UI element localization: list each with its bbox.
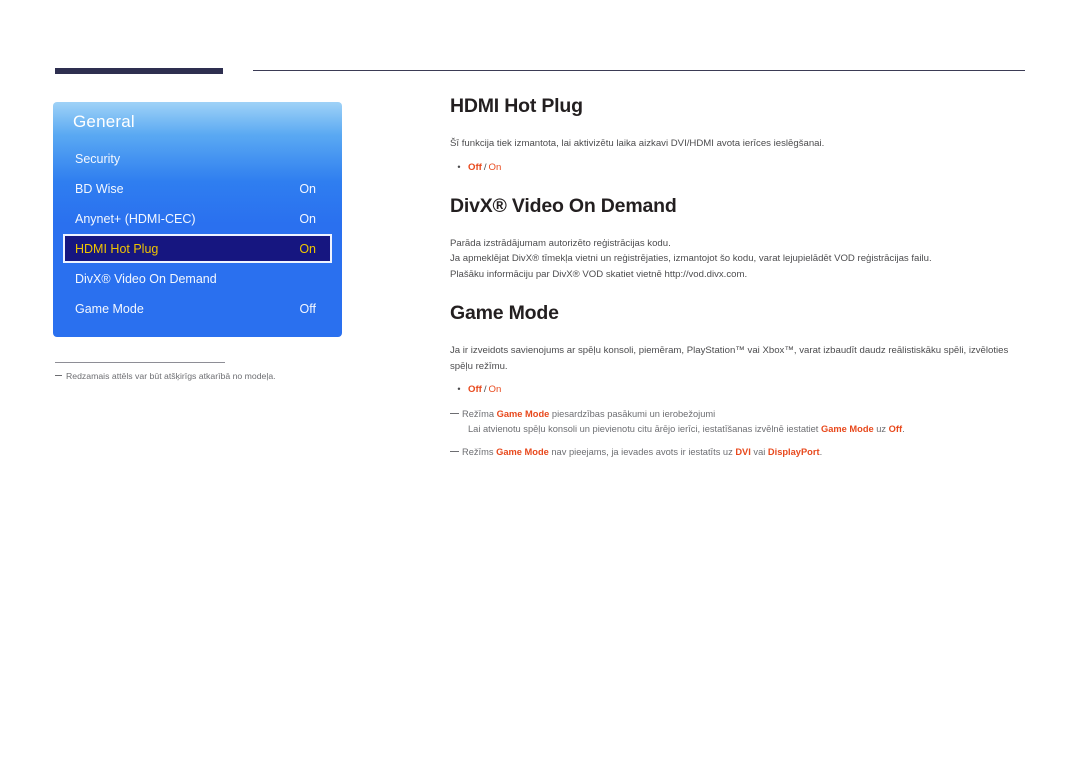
section-title-divx-vod: DivX® Video On Demand — [450, 194, 677, 217]
option-bullet-game-mode: • Off / On — [450, 382, 1030, 397]
option-off-label: Off — [468, 384, 482, 395]
menu-item-anynet[interactable]: Anynet+ (HDMI-CEC) On — [63, 204, 332, 233]
menu-item-value: Off — [299, 301, 316, 316]
note1-sub-end: . — [902, 424, 905, 434]
note1-term: Game Mode — [496, 409, 550, 419]
section-paragraph-game-mode: Ja ir izveidots savienojums ar spēļu kon… — [450, 345, 1009, 372]
menu-item-list: Security BD Wise On Anynet+ (HDMI-CEC) O… — [53, 144, 342, 324]
menu-item-label: DivX® Video On Demand — [75, 271, 217, 286]
note1-suffix: piesardzības pasākumi un ierobežojumi — [549, 409, 716, 419]
section-paragraph-hdmi-hot-plug: Šī funkcija tiek izmantota, lai aktivizē… — [450, 138, 825, 149]
menu-item-value: On — [299, 241, 316, 256]
caption-divider-rule — [55, 362, 225, 363]
header-divider-rule — [253, 70, 1025, 71]
note2-end: . — [819, 447, 823, 457]
option-off-label: Off — [468, 161, 482, 173]
menu-item-label: Game Mode — [75, 301, 144, 316]
osd-menu-panel: General Security BD Wise On Anynet+ (HDM… — [53, 102, 342, 337]
menu-item-hdmi-hot-plug[interactable]: HDMI Hot Plug On — [63, 234, 332, 263]
bullet-dot-icon: • — [457, 161, 461, 172]
note-dash-icon — [450, 413, 459, 414]
menu-item-security[interactable]: Security — [63, 144, 332, 173]
note1-sub-prefix: Lai atvienotu spēļu konsoli un pievienot… — [468, 424, 821, 434]
option-separator: / — [483, 161, 487, 173]
note-game-mode-unavailable: Režīms Game Mode nav pieejams, ja ievade… — [450, 445, 1030, 460]
menu-item-divx-vod[interactable]: DivX® Video On Demand — [63, 264, 332, 293]
note2-middle: nav pieejams, ja ievades avots ir iestat… — [548, 447, 736, 457]
note-dash-icon — [450, 451, 459, 452]
content-column: HDMI Hot Plug Šī funkcija tiek izmantota… — [450, 95, 1030, 460]
bullet-dot-icon: • — [457, 384, 461, 394]
menu-item-game-mode[interactable]: Game Mode Off — [63, 294, 332, 323]
panel-caption-text: Redzamais attēls var būt atšķirīgs atkar… — [66, 371, 276, 381]
note2-term: Game Mode — [496, 447, 549, 457]
note2-term-displayport: DisplayPort — [767, 447, 820, 457]
divx-line-2: Ja apmeklējat DivX® tīmekļa vietni un re… — [450, 253, 932, 264]
menu-item-label: BD Wise — [75, 181, 124, 196]
option-separator: / — [483, 384, 487, 395]
note2-prefix: Režīms — [462, 447, 497, 457]
option-on-label: On — [488, 384, 502, 395]
section-title-game-mode: Game Mode — [450, 302, 559, 324]
note-game-mode-precautions: Režīma Game Mode piesardzības pasākumi u… — [450, 407, 1030, 422]
note2-middle-2: vai — [750, 447, 768, 457]
note1-sub-term: Game Mode — [820, 424, 874, 434]
menu-item-label: Security — [75, 151, 121, 166]
divx-line-1: Parāda izstrādājumam autorizēto reģistrā… — [450, 237, 671, 249]
section-title-hdmi-hot-plug: HDMI Hot Plug — [450, 95, 583, 117]
menu-item-value: On — [299, 211, 316, 226]
note-game-mode-disconnect: Lai atvienotu spēļu konsoli un pievienot… — [450, 422, 1030, 437]
option-on-label: On — [488, 161, 502, 173]
menu-item-value: On — [299, 181, 316, 196]
header-accent-bar — [55, 68, 223, 74]
menu-item-label: HDMI Hot Plug — [75, 241, 159, 256]
menu-item-bd-wise[interactable]: BD Wise On — [63, 174, 332, 203]
note1-sub-middle: uz — [873, 424, 889, 434]
dash-marker-icon — [55, 375, 62, 377]
option-bullet-hdmi-hot-plug: • Off / On — [450, 160, 1030, 175]
note2-term-dvi: DVI — [735, 447, 751, 457]
menu-panel-title: General — [73, 112, 135, 131]
note1-prefix: Režīma — [462, 409, 497, 419]
note1-sub-term-off: Off — [888, 424, 903, 434]
menu-item-label: Anynet+ (HDMI-CEC) — [75, 211, 196, 226]
divx-line-3: Plašāku informāciju par DivX® VOD skatie… — [450, 268, 748, 280]
panel-caption: Redzamais attēls var būt atšķirīgs atkar… — [55, 371, 395, 381]
